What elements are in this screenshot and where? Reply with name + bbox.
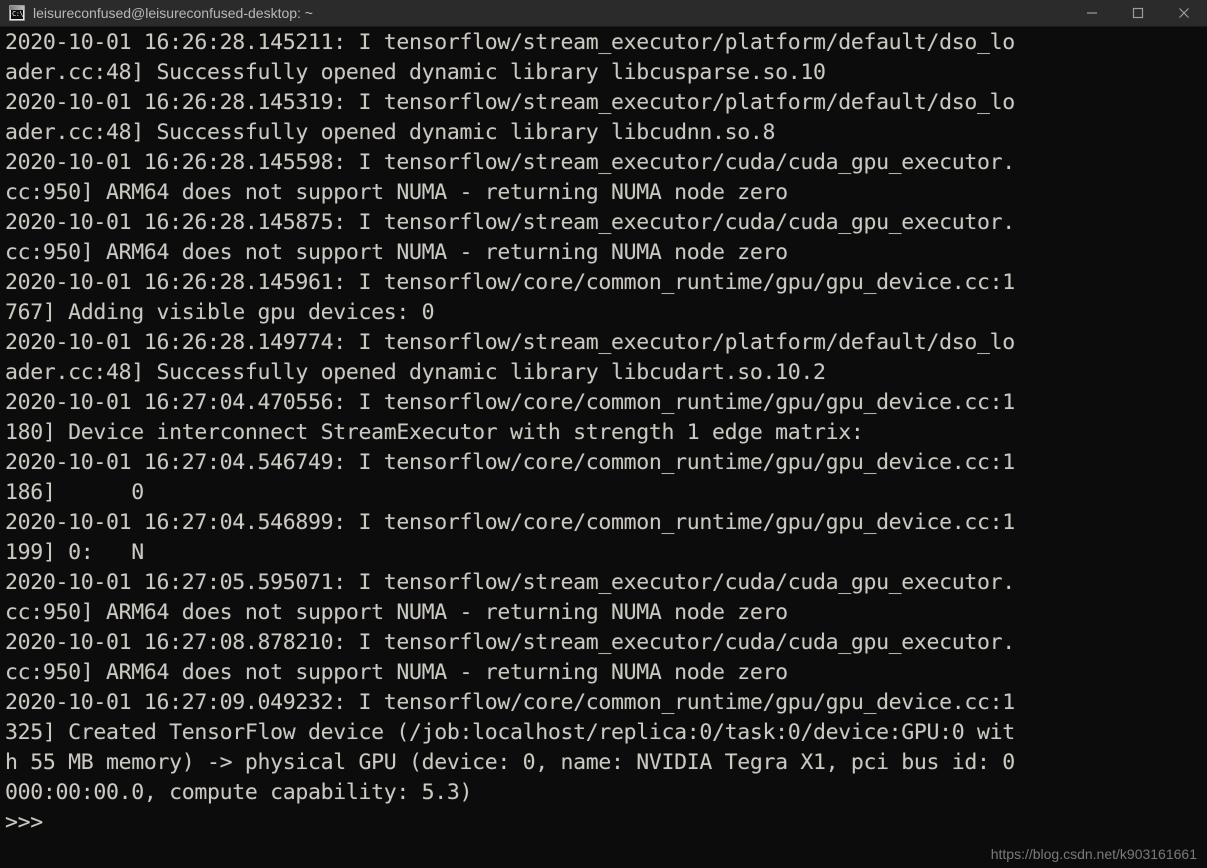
terminal-line: 2020-10-01 16:27:09.049232: I tensorflow…: [5, 690, 1015, 715]
window-controls: [1069, 0, 1207, 26]
terminal-line: 2020-10-01 16:26:28.145875: I tensorflow…: [5, 210, 1015, 235]
close-icon: [1179, 8, 1189, 18]
console-window-icon: C:\_: [9, 5, 25, 21]
terminal-line: >>>: [5, 810, 43, 835]
terminal-line: ader.cc:48] Successfully opened dynamic …: [5, 60, 826, 85]
title-bar[interactable]: C:\_ leisureconfused@leisureconfused-des…: [0, 0, 1207, 27]
terminal-line: 325] Created TensorFlow device (/job:loc…: [5, 720, 1015, 745]
console-icon-glyph: C:\_: [11, 10, 24, 19]
terminal-line: 2020-10-01 16:26:28.145598: I tensorflow…: [5, 150, 1015, 175]
terminal-line: 767] Adding visible gpu devices: 0: [5, 300, 435, 325]
terminal-line: 2020-10-01 16:27:04.546749: I tensorflow…: [5, 450, 1015, 475]
terminal-line: 2020-10-01 16:27:05.595071: I tensorflow…: [5, 570, 1015, 595]
terminal-line: 2020-10-01 16:27:04.470556: I tensorflow…: [5, 390, 1015, 415]
terminal-line: 2020-10-01 16:26:28.145961: I tensorflow…: [5, 270, 1015, 295]
terminal-line: 2020-10-01 16:27:08.878210: I tensorflow…: [5, 630, 1015, 655]
minimize-button[interactable]: [1069, 0, 1115, 26]
terminal-line: 2020-10-01 16:26:28.145211: I tensorflow…: [5, 30, 1015, 55]
terminal-line: 180] Device interconnect StreamExecutor …: [5, 420, 864, 445]
terminal-line: ader.cc:48] Successfully opened dynamic …: [5, 360, 826, 385]
close-button[interactable]: [1161, 0, 1207, 26]
terminal-line: 2020-10-01 16:27:04.546899: I tensorflow…: [5, 510, 1015, 535]
watermark-text: https://blog.csdn.net/k903161661: [990, 846, 1197, 862]
terminal-line: 2020-10-01 16:26:28.149774: I tensorflow…: [5, 330, 1015, 355]
terminal-line: h 55 MB memory) -> physical GPU (device:…: [5, 750, 1015, 775]
terminal-output[interactable]: 2020-10-01 16:26:28.145211: I tensorflow…: [0, 27, 1207, 868]
terminal-window: C:\_ leisureconfused@leisureconfused-des…: [0, 0, 1207, 868]
terminal-line: cc:950] ARM64 does not support NUMA - re…: [5, 600, 788, 625]
maximize-icon: [1132, 7, 1144, 19]
terminal-line: cc:950] ARM64 does not support NUMA - re…: [5, 240, 788, 265]
terminal-line: 186] 0: [5, 480, 144, 505]
terminal-line: cc:950] ARM64 does not support NUMA - re…: [5, 660, 788, 685]
terminal-line: 199] 0: N: [5, 540, 144, 565]
terminal-line: cc:950] ARM64 does not support NUMA - re…: [5, 180, 788, 205]
window-title: leisureconfused@leisureconfused-desktop:…: [33, 5, 313, 21]
terminal-line: ader.cc:48] Successfully opened dynamic …: [5, 120, 776, 145]
terminal-line: 2020-10-01 16:26:28.145319: I tensorflow…: [5, 90, 1015, 115]
minimize-icon: [1087, 12, 1097, 14]
maximize-button[interactable]: [1115, 0, 1161, 26]
terminal-line: 000:00:00.0, compute capability: 5.3): [5, 780, 473, 805]
